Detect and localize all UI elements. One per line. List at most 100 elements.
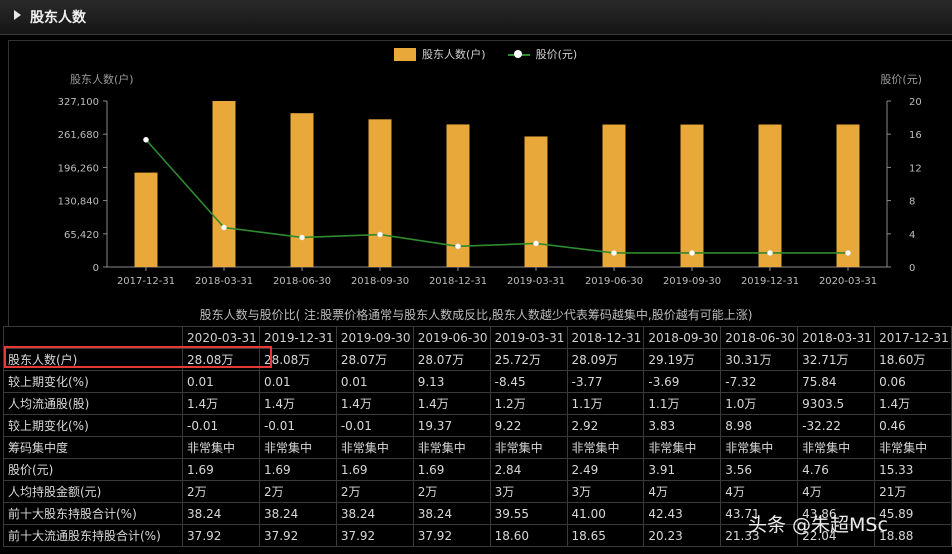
table-cell: 2.49 (566, 458, 645, 481)
table-cell: 37.92 (412, 524, 491, 547)
table-cell: 38.24 (412, 502, 491, 525)
table-cell: 29.19万 (643, 348, 722, 371)
table-cell: 25.72万 (489, 348, 568, 371)
table-cell: 18.60 (489, 524, 568, 547)
table-cell: 9.22 (489, 414, 568, 437)
table-cell: 30.31万 (720, 348, 799, 371)
row-label: 股价(元) (2, 458, 184, 481)
table-cell: 18.65 (566, 524, 645, 547)
table-cell: 2.92 (566, 414, 645, 437)
table-row: 人均持股金额(元) 2万 2万 2万 2万 3万 3万 4万 4万 4万 21万 (2, 480, 952, 503)
bar (524, 136, 548, 267)
table-cell: 非常集中 (182, 436, 260, 459)
table-row: 人均流通股(股) 1.4万 1.4万 1.4万 1.4万 1.2万 1.1万 1.1万 1.0万… (2, 392, 952, 415)
x-tick-label: 2019-09-30 (663, 276, 721, 287)
table-column-header: 2018-09-30 (643, 326, 722, 349)
x-tick-label: 2019-12-31 (741, 276, 799, 287)
price-point (845, 250, 851, 256)
bar (212, 101, 236, 267)
table-cell: 42.43 (643, 502, 722, 525)
table-cell: 4万 (643, 480, 722, 503)
x-tick-label: 2018-12-31 (429, 276, 487, 287)
table-cell: 非常集中 (797, 436, 876, 459)
table-column-header: 2019-09-30 (335, 326, 414, 349)
row-label: 人均持股金额(元) (2, 480, 184, 503)
table-cell: 75.84 (797, 370, 876, 393)
price-point (767, 250, 773, 256)
x-tick-label: 2019-06-30 (585, 276, 643, 287)
table-cell: 32.71万 (797, 348, 876, 371)
x-tick-label: 2019-03-31 (507, 276, 565, 287)
y-left-tick-label: 0 (93, 263, 99, 274)
table-cell: 28.09万 (566, 348, 645, 371)
price-point (533, 240, 539, 247)
table-cell: 8.98 (720, 414, 799, 437)
table-cell: 1.4万 (335, 392, 414, 415)
table-cell: 3.56 (720, 458, 799, 481)
table-cell: 非常集中 (335, 436, 414, 459)
table-cell: 1.0万 (720, 392, 799, 415)
y-left-tick-label: 196,260 (58, 163, 99, 174)
table-row: 较上期变化(%) 0.01 0.01 0.01 9.13 -8.45 -3.77 -3.69-… (2, 370, 952, 393)
bar (290, 113, 314, 267)
table-cell: 非常集中 (874, 436, 952, 459)
row-label: 前十大股东持股合计(%) (2, 502, 184, 525)
table-cell: -3.77 (566, 370, 645, 393)
table-cell: 38.24 (182, 502, 260, 525)
table-column-header: 2018-06-30 (720, 326, 799, 349)
table-cell: 非常集中 (566, 436, 645, 459)
table-column-header: 2017-12-31 (874, 326, 952, 349)
table-cell: 28.07万 (335, 348, 414, 371)
table-cell: 0.01 (335, 370, 414, 393)
y-left-tick-label: 65,420 (64, 230, 99, 241)
y-axis-left-title: 股东人数(户) (70, 72, 134, 86)
table-cell: 4万 (720, 480, 799, 503)
y-left-tick-label: 261,680 (58, 130, 99, 141)
shareholder-price-chart: 股东人数(户) 股价(元) 0 65,420 130,840 196,260 261,680… (58, 72, 922, 287)
table-cell: -3.69 (643, 370, 722, 393)
table-cell: 15.33 (874, 458, 952, 481)
y-right-tick-label: 16 (909, 130, 922, 141)
row-label: 前十大流通股东持股合计(%) (2, 524, 184, 547)
table-cell: 2万 (412, 480, 491, 503)
bar (368, 119, 392, 267)
table-cell: 38.24 (335, 502, 414, 525)
price-point (689, 250, 695, 256)
y-right-tick-label: 20 (909, 97, 922, 108)
table-cell: 非常集中 (643, 436, 722, 459)
table-cell: 2.84 (489, 458, 568, 481)
y-axis-right-title: 股价(元) (880, 73, 922, 86)
table-cell: -0.01 (335, 414, 414, 437)
table-cell: 21万 (874, 480, 952, 503)
table-cell: -7.32 (720, 370, 799, 393)
table-cell: 28.07万 (412, 348, 491, 371)
x-tick-label: 2018-09-30 (351, 276, 409, 287)
table-cell: 18.60万 (874, 348, 952, 371)
table-cell: 2万 (335, 480, 414, 503)
table-cell: 3万 (489, 480, 568, 503)
table-cell: 2万 (258, 480, 337, 503)
table-cell: 2万 (182, 480, 260, 503)
y-left-tick-label: 130,840 (58, 197, 99, 208)
highlight-box (4, 346, 272, 368)
table-row: 股价(元) 1.69 1.69 1.69 1.69 2.84 2.49 3.91 3.56 4.7… (2, 458, 952, 481)
legend-bar-label: 股东人数(户) (422, 48, 486, 61)
price-point (455, 243, 461, 250)
table-row: 筹码集中度 非常集中 非常集中 非常集中 非常集中 非常集中 非常集中 非常集中 非常集中 非常集… (2, 436, 952, 459)
table-cell: 0.46 (874, 414, 952, 437)
table-cell: 3万 (566, 480, 645, 503)
row-label: 较上期变化(%) (2, 414, 184, 437)
table-cell: 1.69 (335, 458, 414, 481)
table-cell: 1.4万 (874, 392, 952, 415)
table-cell: 41.00 (566, 502, 645, 525)
table-cell: 0.01 (182, 370, 260, 393)
table-column-header: 2018-12-31 (566, 326, 645, 349)
table-column-header: 2018-03-31 (797, 326, 876, 349)
table-cell: 37.92 (182, 524, 260, 547)
row-label: 较上期变化(%) (2, 370, 184, 393)
y-right-tick-label: 8 (909, 197, 915, 208)
table-column-header: 2019-06-30 (412, 326, 491, 349)
chart-note: 股东人数与股价比( 注:股票价格通常与股东人数成反比,股东人数越少代表筹码越集中… (199, 308, 753, 322)
table-cell: 非常集中 (258, 436, 337, 459)
table-cell: -32.22 (797, 414, 876, 437)
